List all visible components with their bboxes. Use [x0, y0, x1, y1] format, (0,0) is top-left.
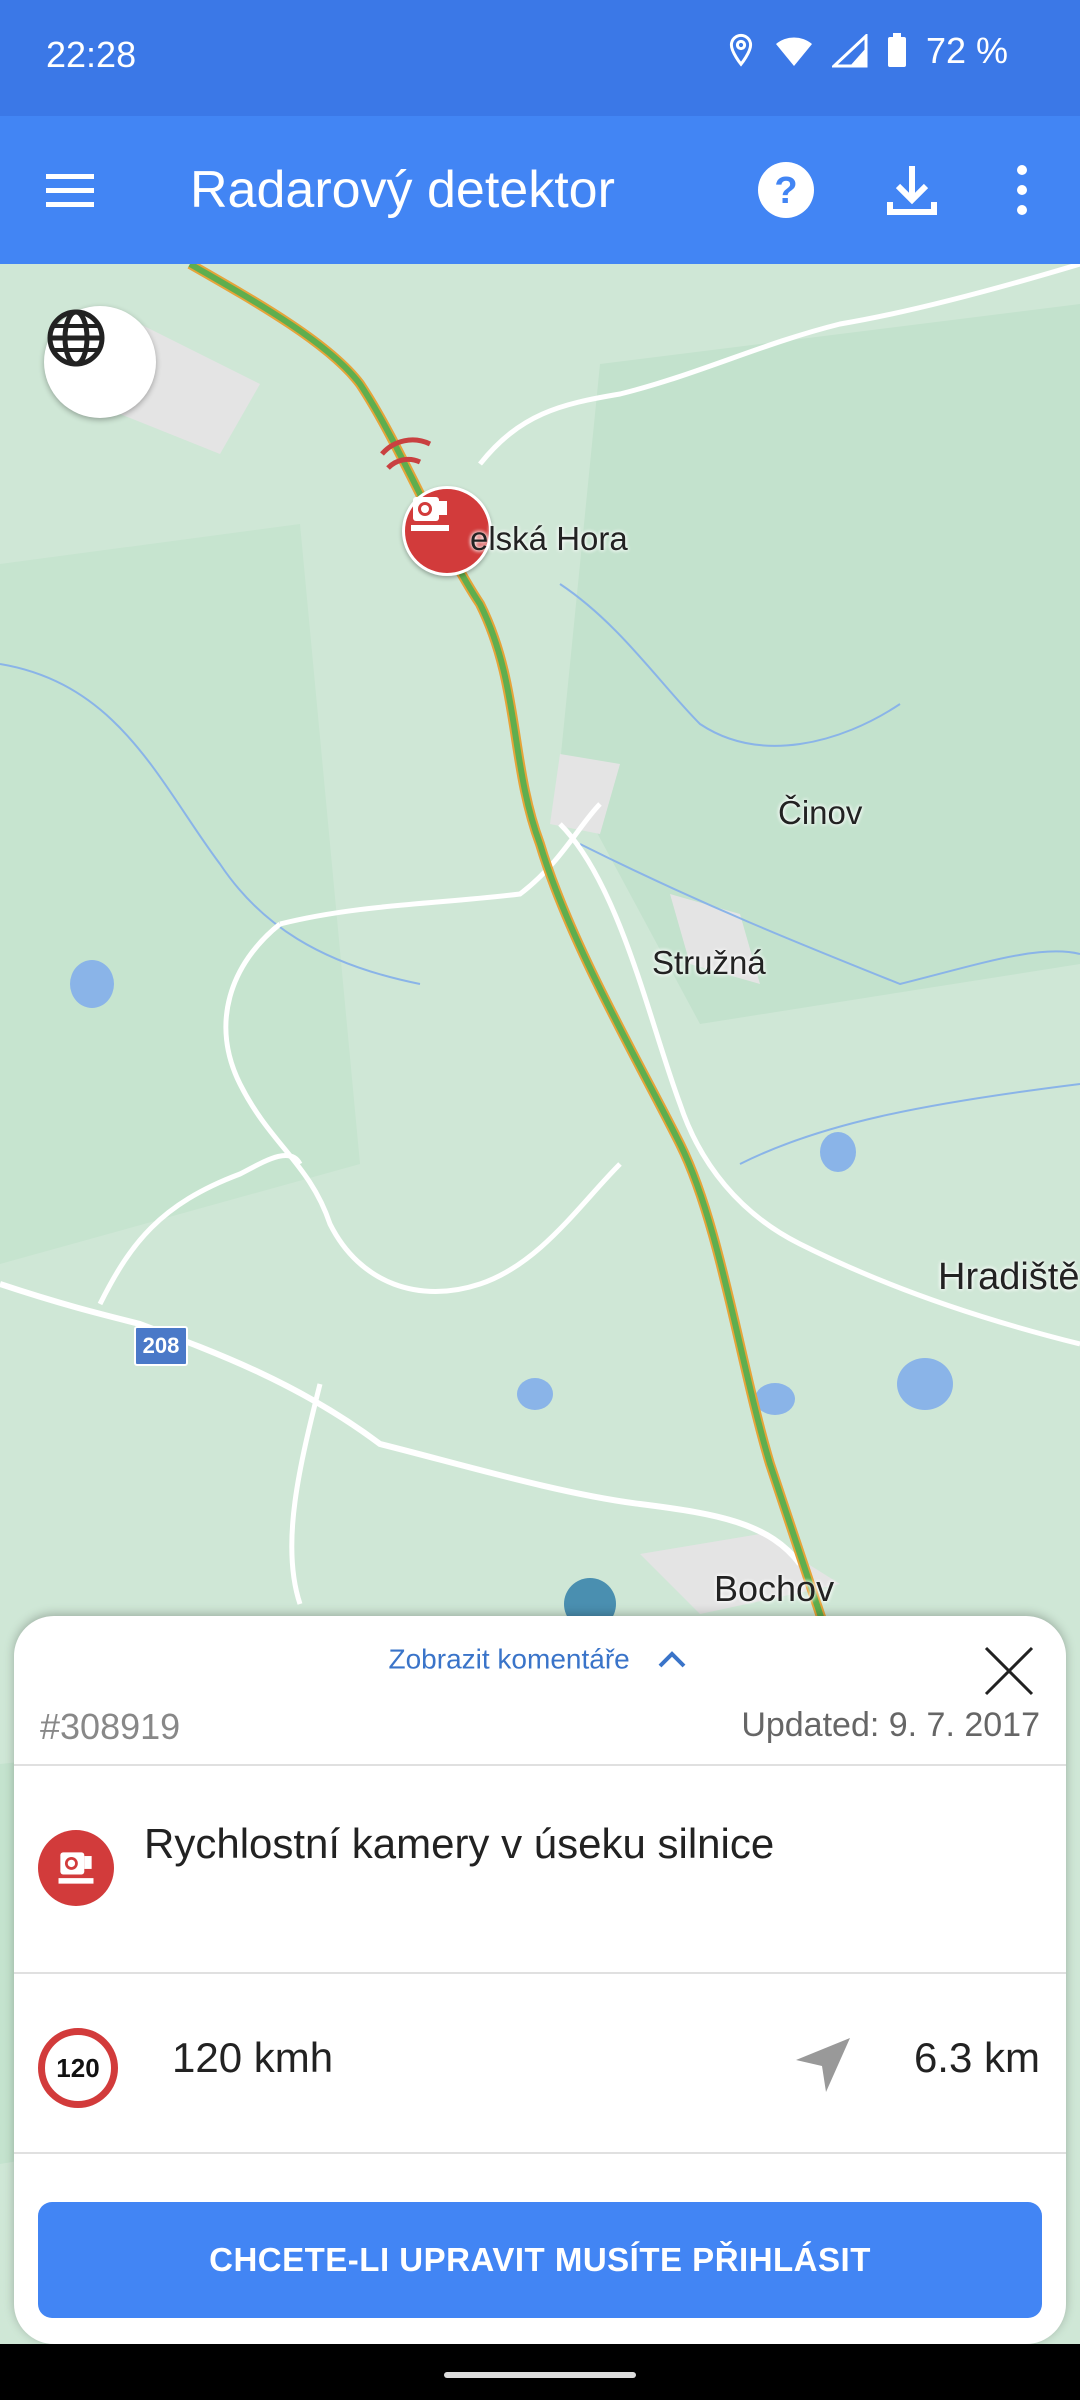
speed-limit-sign: 120 [38, 2028, 118, 2108]
divider [14, 2152, 1066, 2154]
status-icons: 72 % [726, 30, 1008, 72]
camera-id: #308919 [40, 1706, 181, 1747]
camera-icon [411, 497, 449, 531]
map-label-place: Stružná [652, 944, 766, 981]
location-icon [729, 33, 753, 67]
show-comments-link[interactable]: Zobrazit komentáře [14, 1642, 1066, 1676]
status-bar: 22:28 72 % [0, 0, 1080, 116]
app-bar: Radarový detektor ? [0, 116, 1080, 264]
navigation-arrow-icon [796, 2038, 850, 2092]
help-icon[interactable]: ? [756, 160, 816, 220]
map-layer-button[interactable] [44, 306, 156, 418]
gesture-handle[interactable] [444, 2372, 636, 2378]
camera-type-label: Rychlostní kamery v úseku silnice [144, 1820, 775, 1867]
more-options-icon[interactable] [1000, 160, 1044, 220]
speed-limit-value: 120 kmh [172, 2034, 334, 2081]
camera-type-badge [38, 1830, 114, 1906]
menu-icon[interactable] [42, 162, 98, 218]
divider [14, 1972, 1066, 1974]
chevron-up-icon [658, 1650, 685, 1668]
battery-percent: 72 % [925, 30, 1008, 71]
map-label-place: Činov [778, 794, 863, 831]
close-icon[interactable] [982, 1644, 1036, 1698]
show-comments-label: Zobrazit komentáře [388, 1643, 630, 1675]
map-label-place: elská Hora [470, 520, 628, 557]
map-label-place: Bochov [714, 1568, 835, 1609]
divider [14, 1764, 1066, 1766]
login-to-edit-button[interactable]: CHCETE-LI UPRAVIT MUSÍTE PŘIHLÁSIT [38, 2202, 1042, 2318]
detail-sheet: Zobrazit komentáře #308919 Updated: 9. 7… [14, 1616, 1066, 2344]
status-time: 22:28 [46, 34, 137, 75]
download-icon[interactable] [880, 158, 944, 222]
navigation-bar [0, 2344, 1080, 2400]
signal-icon [831, 34, 868, 68]
globe-icon [47, 309, 105, 367]
updated-date: Updated: 9. 7. 2017 [741, 1706, 1040, 1744]
battery-icon [887, 33, 906, 67]
map-label-place: Hradiště [938, 1256, 1080, 1298]
svg-text:?: ? [774, 170, 797, 212]
page-title: Radarový detektor [190, 161, 615, 219]
camera-icon [58, 1852, 94, 1884]
distance-value: 6.3 km [913, 2034, 1040, 2081]
route-number-badge: 208 [134, 1326, 188, 1366]
wifi-icon [775, 37, 812, 66]
